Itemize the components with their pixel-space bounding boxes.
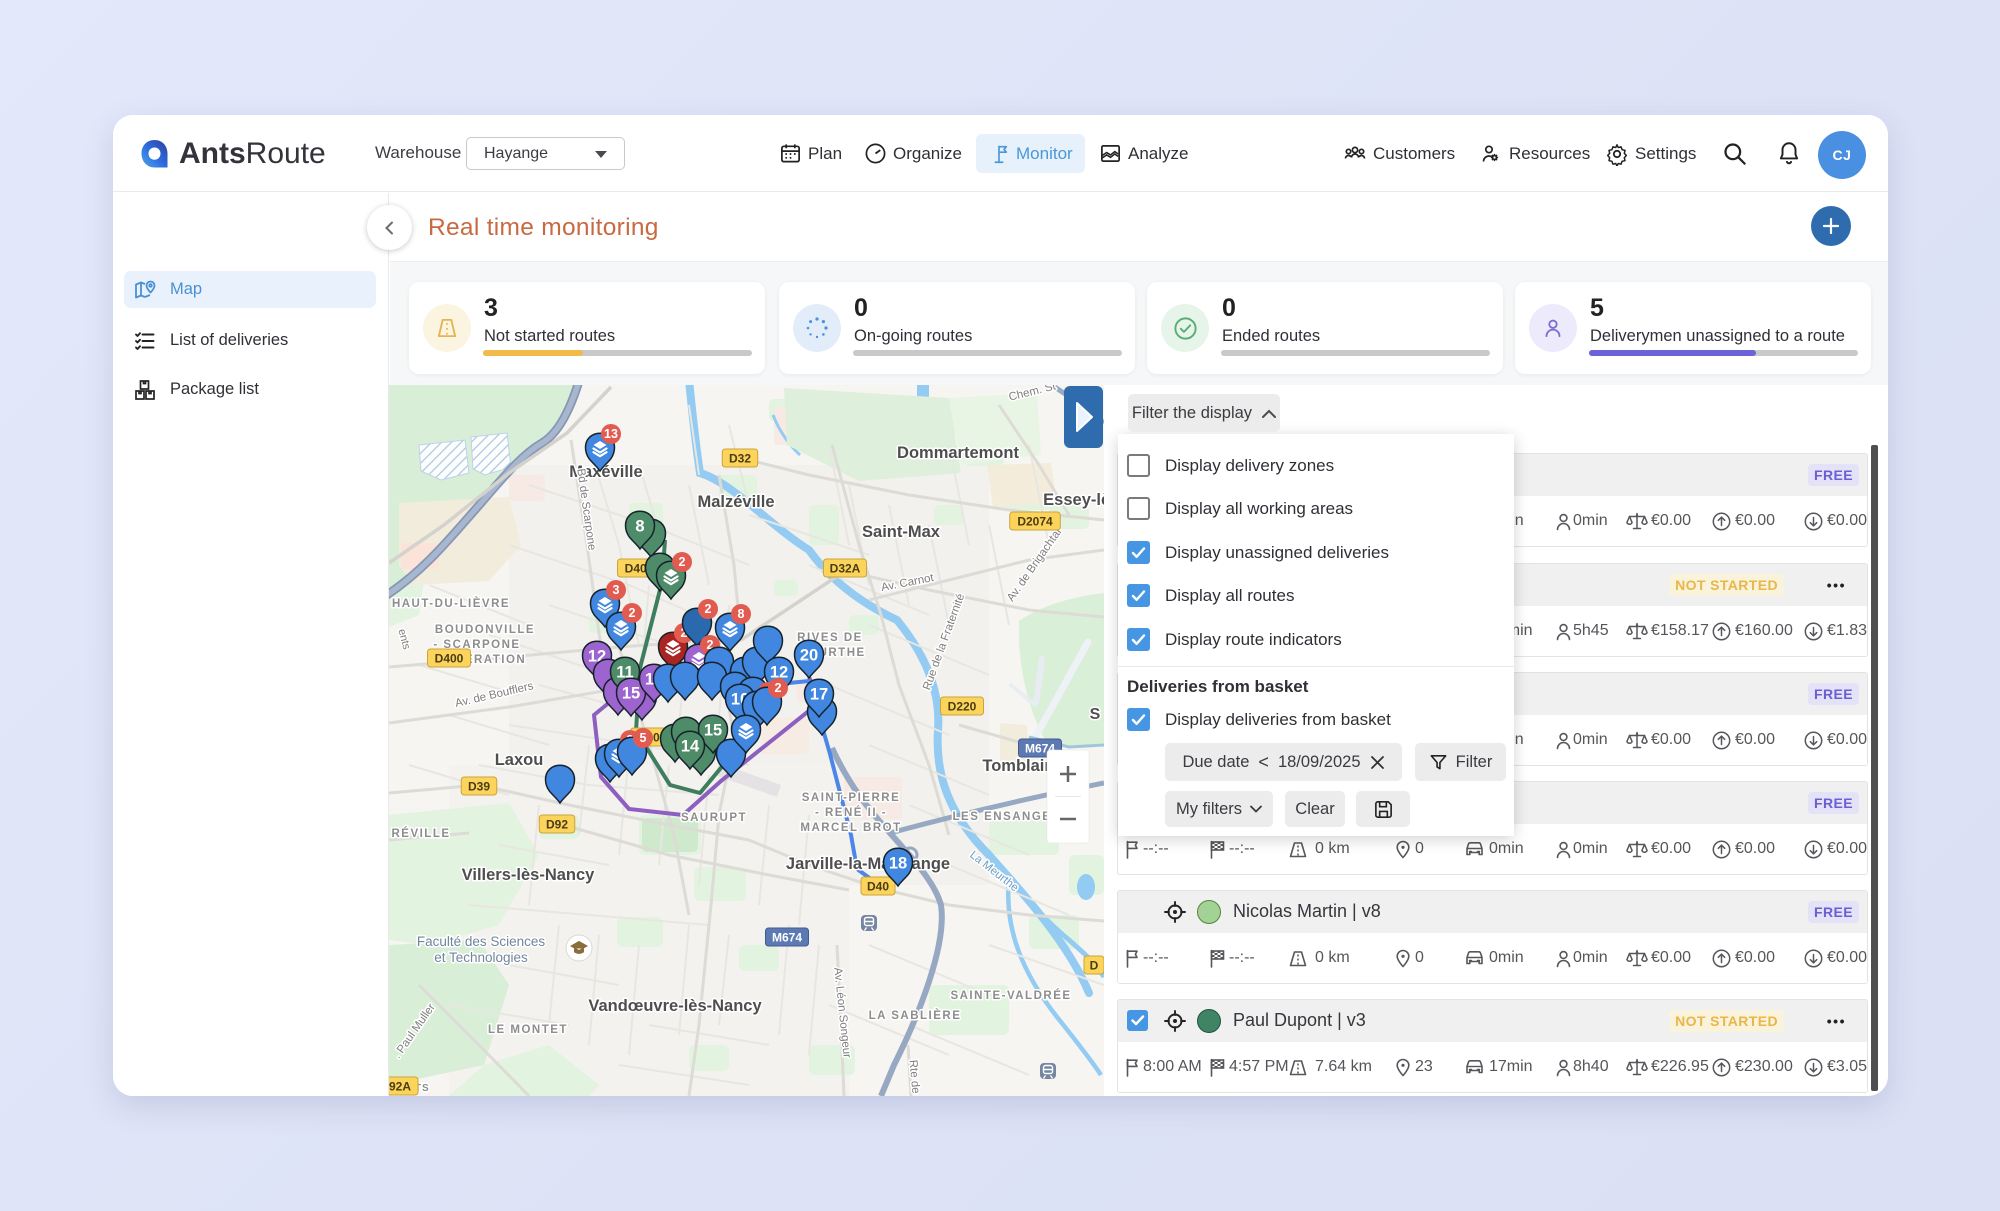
svg-text:D220: D220 (948, 700, 977, 714)
svg-text:15: 15 (704, 722, 722, 740)
svg-text:2: 2 (705, 602, 712, 616)
svg-text:8: 8 (738, 607, 745, 621)
svg-text:HAUT-DU-LIÈVRE: HAUT-DU-LIÈVRE (392, 597, 510, 610)
svg-text:Essey-lès-: Essey-lès- (1043, 491, 1104, 509)
svg-text:D32: D32 (729, 452, 751, 466)
svg-text:SAINT-PIERRE: SAINT-PIERRE (802, 792, 901, 804)
svg-text:D400: D400 (435, 652, 464, 666)
svg-text:15: 15 (622, 685, 640, 703)
svg-text:3: 3 (613, 583, 620, 597)
svg-text:Vandœuvre-lès-Nancy: Vandœuvre-lès-Nancy (588, 997, 762, 1015)
svg-text:LES ENSANGE: LES ENSANGE (953, 811, 1052, 823)
svg-text:- RENÉ II -: - RENÉ II - (815, 806, 887, 819)
svg-text:18: 18 (889, 855, 907, 873)
svg-text:D2074: D2074 (1017, 515, 1053, 529)
svg-text:Jarville-la-Malgrange: Jarville-la-Malgrange (786, 855, 950, 873)
svg-text:Faculté des Sciences: Faculté des Sciences (417, 934, 546, 949)
svg-text:Saint-Max: Saint-Max (862, 523, 941, 541)
svg-text:Laxou: Laxou (495, 751, 544, 769)
svg-text:8: 8 (635, 518, 644, 536)
svg-text:MARCEL BROT: MARCEL BROT (800, 822, 901, 834)
svg-text:D: D (1090, 959, 1099, 973)
svg-text:Villers-lès-Nancy: Villers-lès-Nancy (462, 866, 596, 884)
svg-text:92A: 92A (389, 1080, 411, 1094)
svg-text:S: S (1090, 706, 1101, 723)
svg-text:RÉVILLE: RÉVILLE (391, 827, 450, 840)
svg-text:D32A: D32A (830, 562, 861, 576)
svg-text:BOUDONVILLE: BOUDONVILLE (435, 624, 535, 636)
svg-text:17: 17 (810, 686, 828, 704)
svg-text:2: 2 (629, 606, 636, 620)
svg-text:LE MONTET: LE MONTET (488, 1024, 568, 1036)
svg-text:D92: D92 (546, 818, 568, 832)
svg-text:M674: M674 (772, 931, 802, 945)
svg-text:SAINTE-VALDRÉE: SAINTE-VALDRÉE (950, 989, 1071, 1002)
svg-text:SAURUPT: SAURUPT (681, 812, 747, 824)
svg-text:14: 14 (681, 738, 700, 756)
svg-text:13: 13 (604, 427, 618, 441)
svg-text:2: 2 (679, 555, 686, 569)
svg-text:LA SABLIÈRE: LA SABLIÈRE (869, 1009, 962, 1022)
svg-text:Dommartemont: Dommartemont (897, 444, 1019, 462)
svg-text:5: 5 (640, 731, 647, 745)
svg-text:et Technologies: et Technologies (434, 950, 528, 965)
svg-text:2: 2 (775, 681, 782, 695)
svg-text:D40: D40 (867, 880, 889, 894)
svg-text:Malzéville: Malzéville (697, 493, 774, 511)
svg-text:D39: D39 (468, 780, 490, 794)
svg-text:20: 20 (800, 647, 818, 665)
